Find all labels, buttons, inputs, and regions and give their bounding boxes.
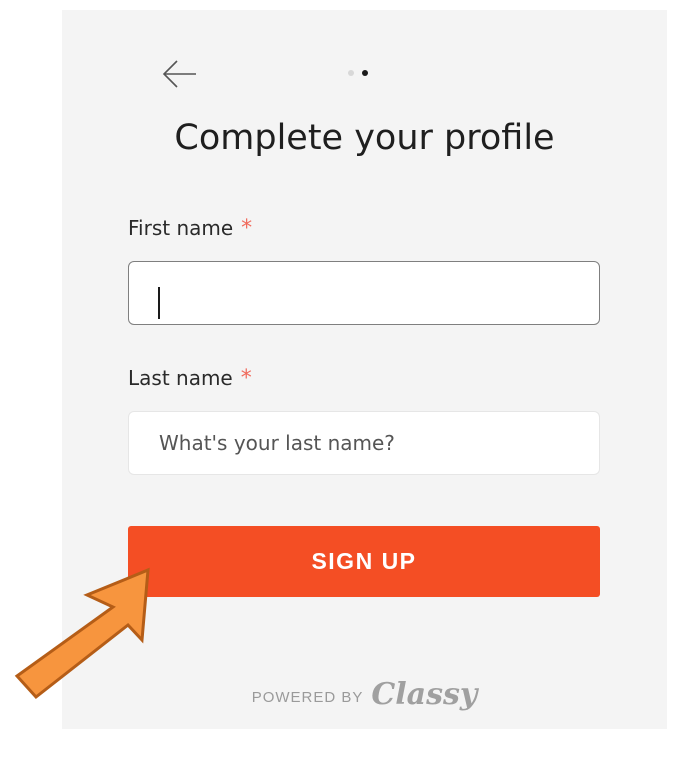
page-title: Complete your profile [174,118,555,158]
step-indicator [348,70,368,76]
text-caret [158,287,160,319]
required-asterisk: * [241,216,253,241]
first-name-label: First name * [128,216,252,241]
first-name-input[interactable] [128,261,600,325]
sign-up-button[interactable]: SIGN UP [128,526,600,597]
last-name-label-text: Last name [128,366,233,390]
classy-logo: Classy [371,677,478,712]
powered-by-text: POWERED BY [251,689,364,706]
last-name-label: Last name * [128,366,252,391]
last-name-input[interactable] [128,411,600,475]
step-dot-1 [348,70,354,76]
back-arrow-icon[interactable] [160,54,200,94]
required-asterisk: * [240,366,252,391]
step-dot-2 [362,70,368,76]
orange-pointer-arrow-icon [14,567,150,700]
page: Complete your profile First name * Last n… [0,0,673,757]
first-name-label-text: First name [128,216,234,240]
